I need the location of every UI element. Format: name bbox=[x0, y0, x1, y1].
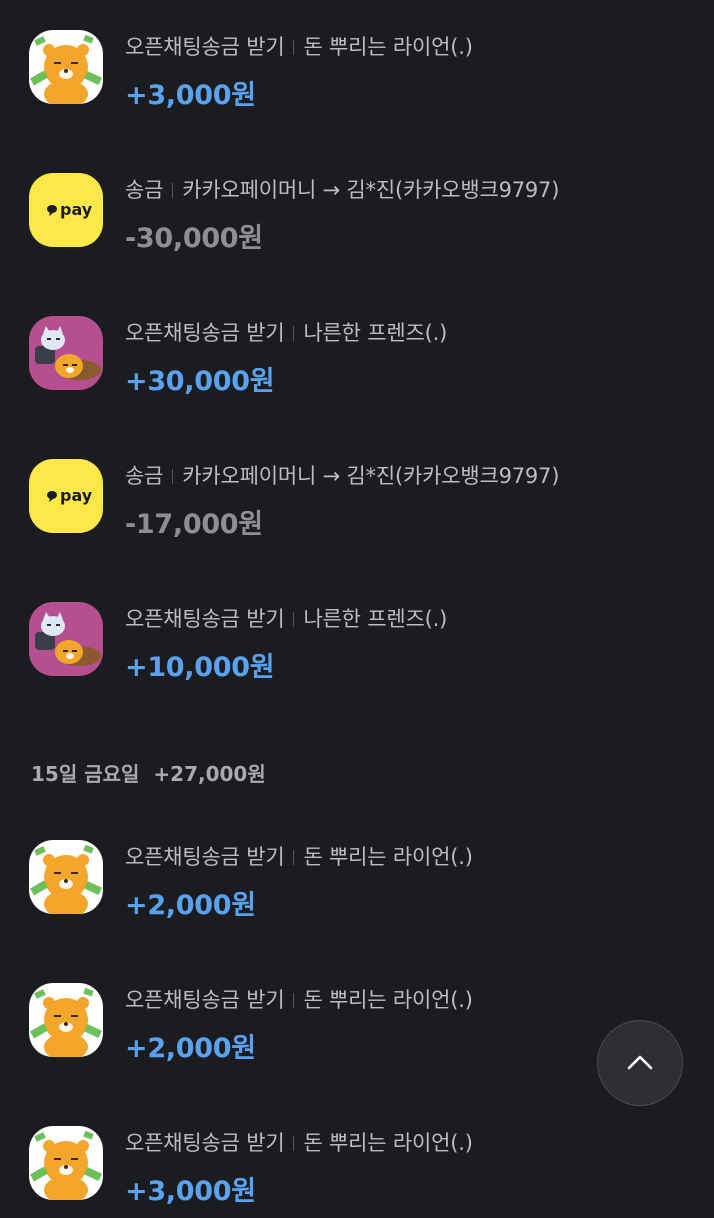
transaction-row[interactable]: 오픈채팅송금 받기 돈 뿌리는 라이언(.) +3,000원 bbox=[0, 1108, 714, 1218]
transaction-type: 오픈채팅송금 받기 bbox=[125, 321, 285, 345]
transaction-title: 오픈채팅송금 받기 돈 뿌리는 라이언(.) bbox=[125, 1127, 473, 1157]
lion-icon bbox=[29, 30, 103, 104]
transaction-title: 오픈채팅송금 받기 돈 뿌리는 라이언(.) bbox=[125, 984, 473, 1014]
transaction-type: 오픈채팅송금 받기 bbox=[125, 35, 285, 59]
transaction-counterparty: 돈 뿌리는 라이언(.) bbox=[303, 1131, 473, 1155]
lion-icon bbox=[29, 840, 103, 914]
chevron-up-icon bbox=[627, 1055, 653, 1070]
transaction-row[interactable]: 오픈채팅송금 받기 돈 뿌리는 라이언(.) +3,000원 bbox=[0, 12, 714, 122]
svg-text:pay: pay bbox=[60, 200, 93, 219]
transaction-counterparty: 나른한 프렌즈(.) bbox=[303, 321, 448, 345]
transaction-amount: +10,000원 bbox=[125, 652, 275, 683]
transaction-amount: +3,000원 bbox=[125, 1176, 256, 1207]
transaction-row[interactable]: pay 송금 카카오페이머니 → 김*진(카카오뱅크9797) -17,000원 bbox=[0, 441, 714, 551]
transaction-counterparty: 돈 뿌리는 라이언(.) bbox=[303, 988, 473, 1012]
transaction-counterparty: 돈 뿌리는 라이언(.) bbox=[303, 35, 473, 59]
transaction-title: 오픈채팅송금 받기 나른한 프렌즈(.) bbox=[125, 317, 447, 347]
transaction-title: 송금 카카오페이머니 → 김*진(카카오뱅크9797) bbox=[125, 460, 559, 490]
transaction-title: 오픈채팅송금 받기 나른한 프렌즈(.) bbox=[125, 603, 447, 633]
transaction-row[interactable]: 오픈채팅송금 받기 나른한 프렌즈(.) +10,000원 bbox=[0, 584, 714, 694]
transaction-amount: +3,000원 bbox=[125, 80, 256, 111]
transaction-title: 오픈채팅송금 받기 돈 뿌리는 라이언(.) bbox=[125, 31, 473, 61]
transaction-title: 송금 카카오페이머니 → 김*진(카카오뱅크9797) bbox=[125, 174, 559, 204]
transaction-type: 송금 bbox=[125, 464, 164, 488]
transaction-amount: +30,000원 bbox=[125, 366, 275, 397]
svg-text:pay: pay bbox=[60, 486, 93, 505]
transaction-type: 송금 bbox=[125, 178, 164, 202]
day-label: 15일 금요일 bbox=[31, 762, 140, 786]
separator bbox=[293, 1136, 295, 1151]
transaction-type: 오픈채팅송금 받기 bbox=[125, 1131, 285, 1155]
day-group-header: 15일 금요일 +27,000원 bbox=[31, 758, 266, 787]
scroll-to-top-button[interactable] bbox=[597, 1020, 683, 1106]
transaction-amount: -17,000원 bbox=[125, 509, 263, 540]
transaction-amount: -30,000원 bbox=[125, 223, 263, 254]
transaction-counterparty: 카카오페이머니 → 김*진(카카오뱅크9797) bbox=[182, 464, 560, 488]
friends-icon bbox=[29, 602, 103, 676]
separator bbox=[293, 850, 295, 865]
transaction-type: 오픈채팅송금 받기 bbox=[125, 988, 285, 1012]
kakaopay-icon: pay bbox=[29, 459, 103, 533]
transaction-row[interactable]: pay 송금 카카오페이머니 → 김*진(카카오뱅크9797) -30,000원 bbox=[0, 155, 714, 265]
separator bbox=[172, 469, 174, 484]
separator bbox=[293, 993, 295, 1008]
lion-icon bbox=[29, 1126, 103, 1200]
friends-icon bbox=[29, 316, 103, 390]
transaction-type: 오픈채팅송금 받기 bbox=[125, 607, 285, 631]
lion-icon bbox=[29, 983, 103, 1057]
transaction-row[interactable]: 오픈채팅송금 받기 나른한 프렌즈(.) +30,000원 bbox=[0, 298, 714, 408]
transaction-counterparty: 돈 뿌리는 라이언(.) bbox=[303, 845, 473, 869]
kakaopay-icon: pay bbox=[29, 173, 103, 247]
day-total: +27,000원 bbox=[153, 762, 266, 786]
transaction-counterparty: 나른한 프렌즈(.) bbox=[303, 607, 448, 631]
transaction-counterparty: 카카오페이머니 → 김*진(카카오뱅크9797) bbox=[182, 178, 560, 202]
transaction-amount: +2,000원 bbox=[125, 1033, 256, 1064]
separator bbox=[293, 40, 295, 55]
transaction-amount: +2,000원 bbox=[125, 890, 256, 921]
separator bbox=[293, 326, 295, 341]
separator bbox=[172, 183, 174, 198]
separator bbox=[293, 612, 295, 627]
transaction-title: 오픈채팅송금 받기 돈 뿌리는 라이언(.) bbox=[125, 841, 473, 871]
transaction-type: 오픈채팅송금 받기 bbox=[125, 845, 285, 869]
transaction-row[interactable]: 오픈채팅송금 받기 돈 뿌리는 라이언(.) +2,000원 bbox=[0, 822, 714, 932]
